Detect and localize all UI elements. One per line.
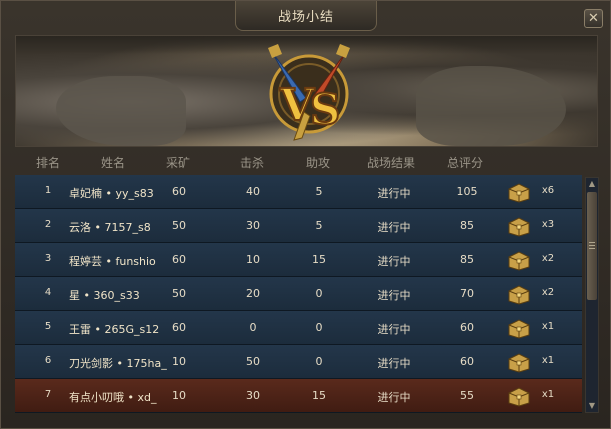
assists-cell: 0 [315, 355, 323, 368]
mining-cell: 10 [172, 389, 186, 402]
close-button[interactable]: ✕ [584, 9, 603, 28]
table-row: 4 星 • 360_s33 50 20 0 进行中 70 x2 [15, 277, 582, 311]
rock-decoration [56, 76, 186, 146]
player-name: 程婷芸 • funshio [69, 255, 156, 268]
reward-count: x6 [541, 185, 555, 196]
close-icon: ✕ [588, 11, 599, 26]
score-cell: 70 [460, 287, 474, 300]
treasure-chest-icon[interactable] [506, 247, 532, 271]
player-name: 卓妃楠 • yy_s83 [69, 187, 154, 200]
result-cell: 进行中 [377, 221, 411, 234]
table-row: 1 卓妃楠 • yy_s83 60 40 5 进行中 105 x6 [15, 175, 582, 209]
player-name: 有点小叨哦 • xd_ [69, 391, 157, 404]
mining-cell: 60 [172, 253, 186, 266]
table-header: 排名 姓名 采矿 击杀 助攻 战场结果 总评分 [23, 151, 583, 173]
player-name: 刀光剑影 • 175ha_ [69, 357, 167, 370]
score-cell: 85 [460, 219, 474, 232]
table-row: 6 刀光剑影 • 175ha_ 10 50 0 进行中 60 x1 [15, 345, 582, 379]
reward-count: x1 [541, 389, 555, 400]
kills-cell: 10 [246, 253, 260, 266]
treasure-chest-icon[interactable] [506, 281, 532, 305]
reward-count: x1 [541, 355, 555, 366]
header-assists: 助攻 [305, 156, 330, 170]
score-cell: 60 [460, 321, 474, 334]
result-cell: 进行中 [377, 255, 411, 268]
player-name: 云洛 • 7157_s8 [69, 221, 151, 234]
mining-cell: 50 [172, 219, 186, 232]
assists-cell: 5 [315, 219, 323, 232]
mining-cell: 60 [172, 185, 186, 198]
result-cell: 进行中 [377, 323, 411, 336]
mining-cell: 50 [172, 287, 186, 300]
window-title: 战场小结 [277, 10, 334, 25]
table-row: 2 云洛 • 7157_s8 50 30 5 进行中 85 x3 [15, 209, 582, 243]
score-cell: 85 [460, 253, 474, 266]
rank-cell: 5 [44, 321, 52, 332]
ranking-table: 1 卓妃楠 • yy_s83 60 40 5 进行中 105 x6 2 云洛 •… [15, 175, 582, 415]
header-score: 总评分 [446, 156, 483, 170]
treasure-chest-icon[interactable] [506, 179, 532, 203]
score-cell: 60 [460, 355, 474, 368]
player-name: 星 • 360_s33 [69, 289, 140, 302]
rank-cell: 3 [44, 253, 52, 264]
assists-cell: 15 [312, 253, 326, 266]
battle-summary-window: 战场小结 ✕ V S 排名 姓名 采矿 击杀 助攻 战场结果 总评分 1 卓妃楠… [0, 0, 611, 429]
table-row: 3 程婷芸 • funshio 60 10 15 进行中 85 x2 [15, 243, 582, 277]
header-name: 姓名 [100, 156, 125, 170]
table-row: 7 有点小叨哦 • xd_ 10 30 15 进行中 55 x1 [15, 379, 582, 413]
mining-cell: 60 [172, 321, 186, 334]
kills-cell: 40 [246, 185, 260, 198]
table-scrollbar[interactable]: ▲ ▼ [585, 177, 599, 413]
kills-cell: 20 [246, 287, 260, 300]
score-cell: 105 [456, 185, 478, 198]
battle-banner: V S [15, 35, 598, 147]
assists-cell: 15 [312, 389, 326, 402]
header-result: 战场结果 [366, 156, 415, 170]
reward-count: x2 [541, 287, 555, 298]
mining-cell: 10 [172, 355, 186, 368]
result-cell: 进行中 [377, 357, 411, 370]
reward-count: x3 [541, 219, 555, 230]
assists-cell: 0 [315, 287, 323, 300]
rank-cell: 7 [44, 389, 52, 400]
header-kills: 击杀 [239, 156, 264, 170]
treasure-chest-icon[interactable] [506, 315, 532, 339]
vs-emblem-icon: V S [268, 44, 350, 141]
table-row: 5 王雷 • 265G_s12 60 0 0 进行中 60 x1 [15, 311, 582, 345]
rank-cell: 4 [44, 287, 52, 298]
header-rank: 排名 [35, 156, 60, 170]
kills-cell: 30 [246, 219, 260, 232]
player-name: 王雷 • 265G_s12 [69, 323, 160, 336]
window-title-tab: 战场小结 [235, 1, 377, 31]
svg-text:S: S [310, 85, 340, 134]
result-cell: 进行中 [377, 187, 411, 200]
reward-count: x1 [541, 321, 555, 332]
assists-cell: 5 [315, 185, 323, 198]
scroll-up-icon[interactable]: ▲ [586, 178, 598, 190]
kills-cell: 0 [249, 321, 257, 334]
kills-cell: 30 [246, 389, 260, 402]
scroll-thumb[interactable] [587, 192, 597, 300]
treasure-chest-icon[interactable] [506, 213, 532, 237]
result-cell: 进行中 [377, 289, 411, 302]
score-cell: 55 [460, 389, 474, 402]
reward-count: x2 [541, 253, 555, 264]
treasure-chest-icon[interactable] [506, 349, 532, 373]
assists-cell: 0 [315, 321, 323, 334]
rank-cell: 1 [44, 185, 52, 196]
header-mining: 采矿 [165, 156, 190, 170]
treasure-chest-icon[interactable] [506, 383, 532, 407]
kills-cell: 50 [246, 355, 260, 368]
rock-decoration [416, 66, 566, 146]
rank-cell: 6 [44, 355, 52, 366]
rank-cell: 2 [44, 219, 52, 230]
scroll-down-icon[interactable]: ▼ [586, 400, 598, 412]
result-cell: 进行中 [377, 391, 411, 404]
